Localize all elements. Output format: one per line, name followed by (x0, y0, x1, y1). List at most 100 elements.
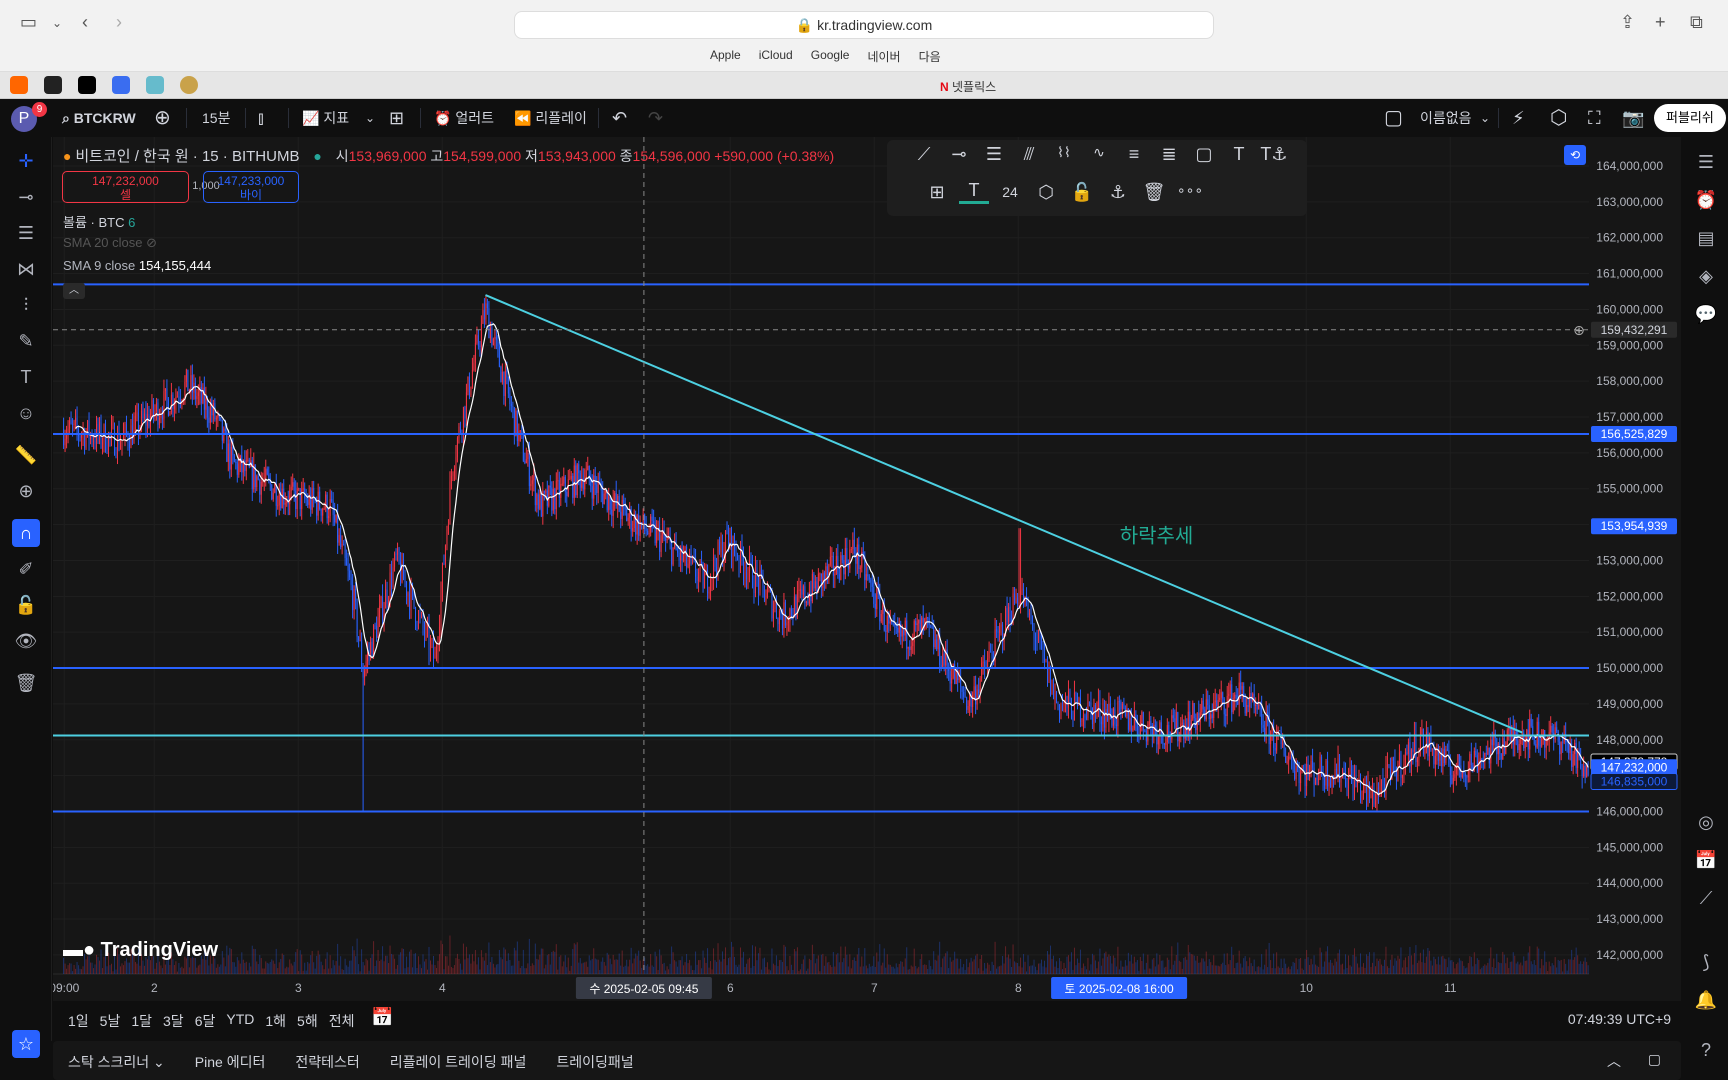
tab-netflix[interactable]: N 넷플릭스 (940, 78, 996, 95)
hidden-eye-icon[interactable]: ⊘ (146, 235, 157, 250)
calendar-icon[interactable]: 📅 (1693, 847, 1719, 873)
tab-favicon[interactable] (44, 76, 62, 94)
anchored-text-icon[interactable]: T⚓ (1259, 144, 1289, 165)
pitchfork-icon[interactable]: ⫻ (1014, 144, 1044, 165)
candle-type-icon[interactable]: ⫾ (258, 99, 264, 137)
chevron-down-icon[interactable]: ⌄ (52, 16, 62, 30)
watchlist-star-icon[interactable]: ☆ (12, 1030, 40, 1058)
broadcast-icon[interactable]: ⟆ (1693, 949, 1719, 975)
text-icon[interactable]: T (12, 363, 40, 391)
range-7[interactable]: 5해 (297, 1011, 318, 1031)
indicators-button[interactable]: 📈 지표 (302, 99, 349, 137)
more-icon[interactable]: ∘∘∘ (1175, 182, 1205, 199)
crosshair-icon[interactable]: ✛ (12, 147, 40, 175)
chat-icon[interactable]: 💬 (1693, 301, 1719, 327)
layers-icon[interactable]: ◈ (1693, 263, 1719, 289)
alert-button[interactable]: ⏰ 얼러트 (434, 99, 494, 137)
interval-button[interactable]: 15분 (202, 99, 230, 137)
draw-lock-icon[interactable]: ✐ (12, 555, 40, 583)
tabs-overview-icon[interactable]: ⧉ (1690, 12, 1703, 33)
new-tab-icon[interactable]: + (1655, 12, 1666, 33)
auto-scale-icon[interactable]: ⟲ (1564, 145, 1586, 165)
bookmark-icloud[interactable]: iCloud (759, 48, 793, 65)
unlock-icon[interactable]: 🔓 (1067, 182, 1097, 203)
collapse-panel-icon[interactable]: ︿ (1607, 1051, 1621, 1071)
bookmark-apple[interactable]: Apple (710, 48, 741, 65)
quick-search-icon[interactable]: ⚡ (1512, 99, 1525, 137)
publish-button[interactable]: 퍼블리쉬 (1654, 104, 1726, 132)
settings-icon[interactable]: ⬡ (1550, 99, 1567, 137)
collapse-legend-icon[interactable]: ︿ (63, 283, 85, 299)
range-6[interactable]: 1해 (265, 1011, 286, 1031)
fib-retracement-icon[interactable]: ≡ (1119, 144, 1149, 165)
tab-favicon[interactable] (112, 76, 130, 94)
trend-line-icon[interactable]: ⟋ (909, 144, 939, 165)
bottom-tab-1[interactable]: Pine 에디터 (195, 1052, 266, 1072)
anchor-icon[interactable]: ⚓ (1103, 182, 1133, 203)
ruler-icon[interactable]: 📏 (12, 441, 40, 469)
square-icon[interactable]: ▢ (1384, 99, 1403, 137)
fib-icon[interactable]: ☰ (12, 219, 40, 247)
range-2[interactable]: 1달 (131, 1011, 152, 1031)
symbol-search-button[interactable]: ⌕ BTCKRW (62, 99, 136, 137)
tab-favicon[interactable] (78, 76, 96, 94)
redo-icon[interactable]: ↷ (648, 99, 663, 137)
news-icon[interactable]: ▤ (1693, 225, 1719, 251)
volume-legend[interactable]: 볼륨 · BTC 6 (63, 212, 135, 231)
forward-icon[interactable]: › (116, 12, 122, 33)
add-template-icon[interactable]: ⊞ (922, 182, 952, 203)
text-icon[interactable]: T (1224, 144, 1254, 165)
brush-icon[interactable]: ✎ (12, 327, 40, 355)
chart-pane[interactable]: 164,000,000 163,000,000 162,000,000 161,000… (53, 137, 1681, 1001)
range-4[interactable]: 6달 (195, 1011, 216, 1031)
bookmark-naver[interactable]: 네이버 (867, 48, 900, 65)
clock-timezone[interactable]: 07:49:39 UTC+9 (1568, 1011, 1671, 1027)
replay-button[interactable]: ⏪ 리플레이 (514, 99, 587, 137)
bookmark-google[interactable]: Google (811, 48, 850, 65)
rectangle-icon[interactable]: ▢ (1189, 144, 1219, 165)
trash-icon[interactable]: 🗑 (1139, 182, 1169, 203)
lock-icon[interactable]: 🔓 (12, 591, 40, 619)
maximize-panel-icon[interactable]: ▢ (1648, 1051, 1661, 1068)
range-1[interactable]: 5날 (100, 1011, 121, 1031)
price-chart[interactable]: 164,000,000163,000,000162,000,000161,000… (53, 137, 1681, 1001)
bottom-tab-3[interactable]: 리플레이 트레이딩 패널 (390, 1052, 527, 1072)
range-0[interactable]: 1일 (68, 1011, 89, 1031)
zoom-in-icon[interactable]: ⊕ (12, 477, 40, 505)
bookmark-daum[interactable]: 다음 (919, 48, 941, 65)
range-8[interactable]: 전체 (329, 1011, 355, 1031)
emoji-icon[interactable]: ☺ (12, 399, 40, 427)
back-icon[interactable]: ‹ (82, 12, 88, 33)
bottom-tab-4[interactable]: 트레이딩패널 (556, 1052, 633, 1072)
layout-name[interactable]: 이름없음 (1420, 99, 1472, 137)
tab-favicon[interactable] (10, 76, 28, 94)
chart-icon[interactable]: ⟋ (1693, 885, 1719, 911)
horizontal-ray-icon[interactable]: ⊸ (12, 183, 40, 211)
address-bar[interactable]: 🔒 kr.tradingview.com (514, 11, 1214, 39)
sma20-legend[interactable]: SMA 20 close ⊘ (63, 235, 157, 251)
help-icon[interactable]: ? (1693, 1037, 1719, 1063)
magnet-icon[interactable]: ∩ (12, 519, 40, 547)
go-to-date-icon[interactable]: 📅 (371, 1007, 393, 1028)
layouts-icon[interactable]: ⊞ (389, 99, 404, 137)
eye-icon[interactable]: 👁 (12, 627, 40, 655)
font-size-button[interactable]: 24 (995, 184, 1025, 200)
tab-favicon[interactable] (180, 76, 198, 94)
notifications-bell-icon[interactable]: 🔔 (1693, 987, 1719, 1013)
chevron-down-icon[interactable]: ⌄ (1480, 99, 1490, 137)
speedometer-icon[interactable]: ◎ (1693, 809, 1719, 835)
trash-icon[interactable]: 🗑 (12, 669, 40, 697)
horizontal-line-icon[interactable]: ⊸ (944, 144, 974, 165)
share-icon[interactable]: ⇪ (1620, 12, 1635, 33)
bottom-tab-2[interactable]: 전략테스터 (295, 1052, 359, 1072)
elliott-wave-icon[interactable]: ⌇⌇ (1049, 144, 1079, 161)
parallel-channel-icon[interactable]: ☰ (979, 144, 1009, 165)
pattern-icon[interactable]: ⋈ (12, 255, 40, 283)
fib-extension-icon[interactable]: ≣ (1154, 144, 1184, 165)
bottom-tab-0[interactable]: 스탁 스크리너 ⌄ (68, 1052, 165, 1072)
tab-favicon[interactable] (146, 76, 164, 94)
text-color-icon[interactable]: T (959, 180, 989, 204)
fullscreen-icon[interactable]: ⛶ (1588, 99, 1601, 137)
buy-button[interactable]: 147,233,000 바이 (203, 171, 299, 203)
watchlist-icon[interactable]: ☰ (1693, 149, 1719, 175)
